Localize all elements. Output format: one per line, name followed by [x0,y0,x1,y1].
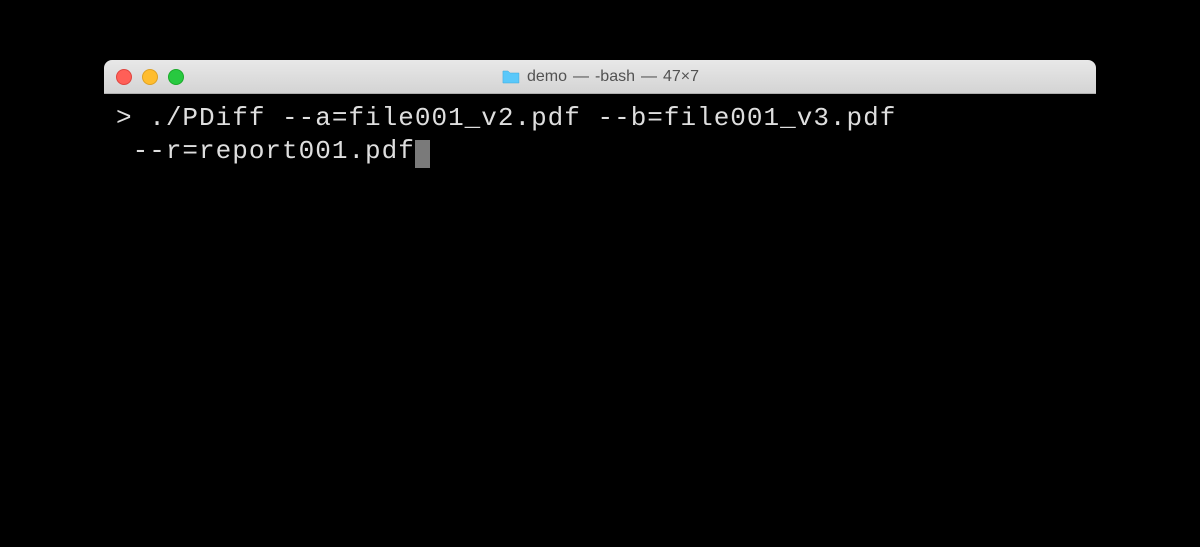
command-part-2: --r=report001.pdf [116,136,415,166]
title-separator-2: — [641,68,657,86]
prompt: > [116,103,149,133]
terminal-line-2: --r=report001.pdf [116,135,1084,168]
terminal-window: demo — -bash — 47×7 > ./PDiff --a=file00… [104,60,1096,424]
command-part-1: ./PDiff --a=file001_v2.pdf --b=file001_v… [149,103,896,133]
traffic-lights [116,69,184,85]
title-bar: demo — -bash — 47×7 [104,60,1096,94]
title-dimensions: 47×7 [663,68,699,86]
window-title: demo — -bash — 47×7 [501,68,699,86]
title-separator-1: — [573,68,589,86]
cursor [415,140,430,168]
title-folder-name: demo [527,68,567,86]
close-button[interactable] [116,69,132,85]
maximize-button[interactable] [168,69,184,85]
folder-icon [501,69,521,85]
terminal-line-1: > ./PDiff --a=file001_v2.pdf --b=file001… [116,102,1084,135]
terminal-body[interactable]: > ./PDiff --a=file001_v2.pdf --b=file001… [104,94,1096,424]
title-shell-name: -bash [595,68,635,86]
minimize-button[interactable] [142,69,158,85]
